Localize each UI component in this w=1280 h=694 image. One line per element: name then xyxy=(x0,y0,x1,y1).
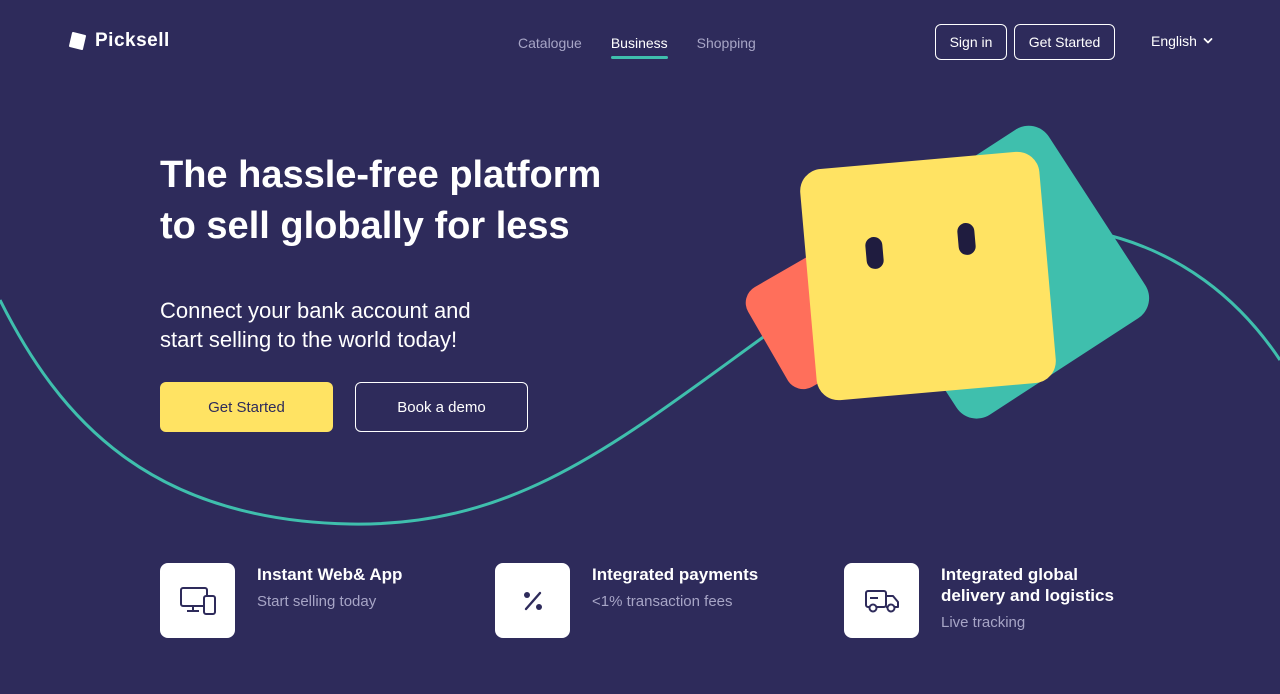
truck-icon xyxy=(844,563,919,638)
nav-item-catalogue[interactable]: Catalogue xyxy=(518,35,582,59)
chevron-down-icon xyxy=(1203,38,1213,44)
feature-integrated-payments: Integrated payments <1% transaction fees xyxy=(495,563,758,638)
brand-name: Picksell xyxy=(95,30,170,51)
hero-title-line-1: The hassle-free platform xyxy=(160,154,602,196)
language-selector[interactable]: English xyxy=(1151,33,1213,49)
feature-title: Integrated payments xyxy=(592,565,759,584)
main-nav: Catalogue Business Shopping xyxy=(518,35,756,59)
sign-in-button[interactable]: Sign in xyxy=(935,24,1007,60)
hero-subtitle-line-1: Connect your bank account and xyxy=(160,298,471,323)
feature-description: <1% transaction fees xyxy=(592,593,733,610)
hero-title-line-2: to sell globally for less xyxy=(160,205,570,247)
nav-item-shopping[interactable]: Shopping xyxy=(697,35,756,59)
cube-logo-icon xyxy=(69,32,86,50)
devices-icon xyxy=(160,563,235,638)
hero-title: The hassle-free platform to sell globall… xyxy=(160,150,680,252)
feature-description: Start selling today xyxy=(257,593,377,610)
feature-description: Live tracking xyxy=(941,614,1026,631)
nav-item-business[interactable]: Business xyxy=(610,35,668,59)
mascot-illustration xyxy=(745,125,1150,419)
mascot-yellow-face xyxy=(800,151,1056,401)
language-label: English xyxy=(1151,33,1197,49)
feature-title: Integrated global delivery and logistics xyxy=(941,565,1114,605)
header-get-started-button[interactable]: Get Started xyxy=(1014,24,1115,60)
feature-global-delivery: Integrated global delivery and logistics… xyxy=(844,563,1141,638)
book-demo-button[interactable]: Book a demo xyxy=(355,382,528,432)
get-started-button[interactable]: Get Started xyxy=(160,382,333,432)
hero-subtitle-line-2: start selling to the world today! xyxy=(160,327,458,352)
percent-icon xyxy=(495,563,570,638)
feature-instant-web-app: Instant Web& App Start selling today xyxy=(160,563,402,638)
feature-title: Instant Web& App xyxy=(257,565,403,584)
hero-subtitle: Connect your bank account and start sell… xyxy=(160,296,560,354)
brand-logo[interactable]: Picksell xyxy=(67,30,170,52)
